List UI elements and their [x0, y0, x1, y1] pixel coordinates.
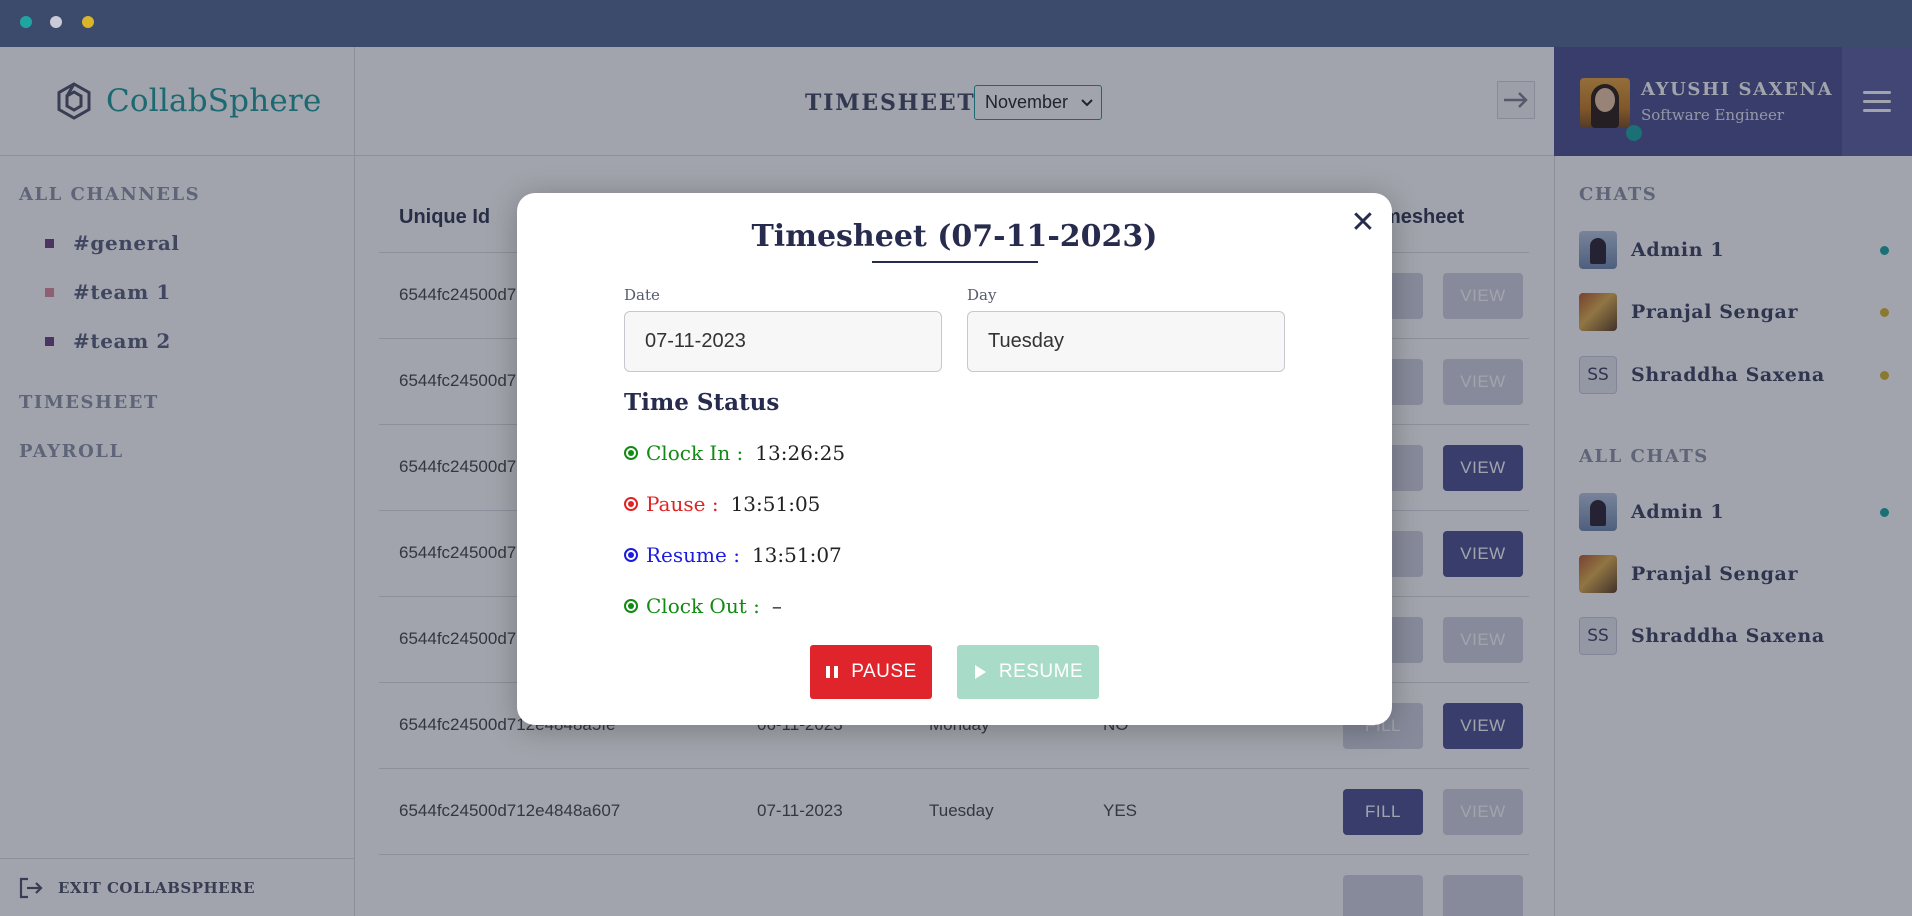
- date-field[interactable]: 07-11-2023: [624, 311, 942, 372]
- pause-icon: [826, 666, 839, 678]
- window-dot-grey[interactable]: [50, 16, 62, 28]
- radio-dot-icon: [624, 599, 638, 613]
- status-value: 13:51:05: [730, 492, 821, 516]
- radio-dot-icon: [624, 548, 638, 562]
- date-label: Date: [624, 286, 660, 304]
- time-status-heading: Time Status: [624, 389, 780, 416]
- pause-button[interactable]: PAUSE: [810, 645, 932, 699]
- status-clock-in: Clock In : 13:26:25: [624, 441, 845, 465]
- status-value: 13:51:07: [751, 543, 842, 567]
- status-value: –: [771, 594, 782, 618]
- status-label: Clock Out :: [646, 594, 760, 618]
- day-label: Day: [967, 286, 997, 304]
- resume-label: RESUME: [998, 661, 1084, 682]
- status-pause: Pause : 13:51:05: [624, 492, 820, 516]
- pause-label: PAUSE: [851, 661, 917, 682]
- close-icon[interactable]: ✕: [1348, 205, 1378, 240]
- status-label: Pause :: [646, 492, 719, 516]
- status-clock-out: Clock Out : –: [624, 594, 782, 618]
- window-dot-yellow[interactable]: [82, 16, 94, 28]
- window-dot-teal[interactable]: [20, 16, 32, 28]
- status-label: Resume :: [646, 543, 740, 567]
- status-value: 13:26:25: [755, 441, 846, 465]
- radio-dot-icon: [624, 497, 638, 511]
- status-label: Clock In :: [646, 441, 744, 465]
- title-underline: [872, 261, 1038, 263]
- play-icon: [974, 665, 986, 679]
- radio-dot-icon: [624, 446, 638, 460]
- resume-button[interactable]: RESUME: [957, 645, 1099, 699]
- window-titlebar: [0, 0, 1912, 47]
- day-field[interactable]: Tuesday: [967, 311, 1285, 372]
- status-resume: Resume : 13:51:07: [624, 543, 842, 567]
- modal-title: Timesheet (07-11-2023): [751, 219, 1158, 254]
- timesheet-modal: Timesheet (07-11-2023) ✕ Date 07-11-2023…: [517, 193, 1392, 725]
